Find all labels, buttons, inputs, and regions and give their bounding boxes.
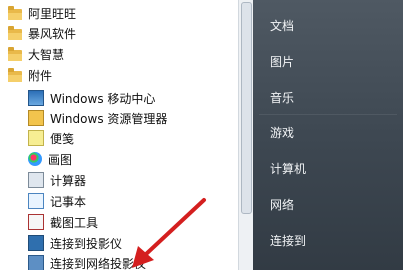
projector-icon <box>28 235 44 251</box>
network-projector-icon <box>28 255 44 270</box>
folder-icon <box>8 25 22 40</box>
folder-baofeng[interactable]: 暴风软件 <box>0 23 238 43</box>
snipping-tool-icon <box>28 214 44 230</box>
menu-item-label: 截图工具 <box>50 215 99 230</box>
menu-item-label: 连接到投影仪 <box>50 236 123 251</box>
programs-scrollbar[interactable] <box>238 0 253 270</box>
notepad-icon <box>28 193 44 209</box>
link-pictures[interactable]: 图片 <box>270 53 294 70</box>
folder-icon <box>8 67 22 82</box>
explorer-icon <box>28 110 44 126</box>
scrollbar-thumb[interactable] <box>241 2 252 214</box>
folder-icon <box>8 46 22 61</box>
menu-item-label: Windows 移动中心 <box>50 91 156 106</box>
menu-item-sticky-notes[interactable]: 便笺 <box>0 128 238 148</box>
menu-item-mobility-center[interactable]: Windows 移动中心 <box>0 88 238 108</box>
folder-aliwangwang[interactable]: 阿里旺旺 <box>0 3 238 23</box>
folder-label: 大智慧 <box>28 47 65 62</box>
menu-item-label: Windows 资源管理器 <box>50 111 168 126</box>
links-separator <box>259 114 397 115</box>
sticky-notes-icon <box>28 130 44 146</box>
link-music[interactable]: 音乐 <box>270 89 294 106</box>
folder-label: 附件 <box>28 68 53 83</box>
paint-icon <box>28 152 42 166</box>
menu-item-label: 画图 <box>48 152 73 167</box>
calculator-icon <box>28 172 44 188</box>
arrow-shape <box>132 198 206 268</box>
folder-label: 阿里旺旺 <box>28 6 77 21</box>
annotation-arrow <box>132 198 206 268</box>
folder-label: 暴风软件 <box>28 26 77 41</box>
menu-item-explorer[interactable]: Windows 资源管理器 <box>0 108 238 128</box>
menu-item-paint[interactable]: 画图 <box>0 149 238 169</box>
menu-item-label: 便笺 <box>50 131 75 146</box>
mobility-center-icon <box>28 90 44 106</box>
link-connect-to[interactable]: 连接到 <box>270 232 306 249</box>
folder-icon <box>8 5 22 20</box>
link-documents[interactable]: 文档 <box>270 17 294 34</box>
menu-item-label: 记事本 <box>50 194 87 209</box>
link-games[interactable]: 游戏 <box>270 124 294 141</box>
link-network[interactable]: 网络 <box>270 196 294 213</box>
menu-item-label: 计算器 <box>50 173 87 188</box>
folder-dazhihui[interactable]: 大智慧 <box>0 44 238 64</box>
folder-accessories[interactable]: 附件 <box>0 65 238 85</box>
menu-item-calculator[interactable]: 计算器 <box>0 170 238 190</box>
start-menu-links-panel: 文档 图片 音乐 游戏 计算机 网络 连接到 <box>253 0 403 270</box>
link-computer[interactable]: 计算机 <box>270 160 306 177</box>
